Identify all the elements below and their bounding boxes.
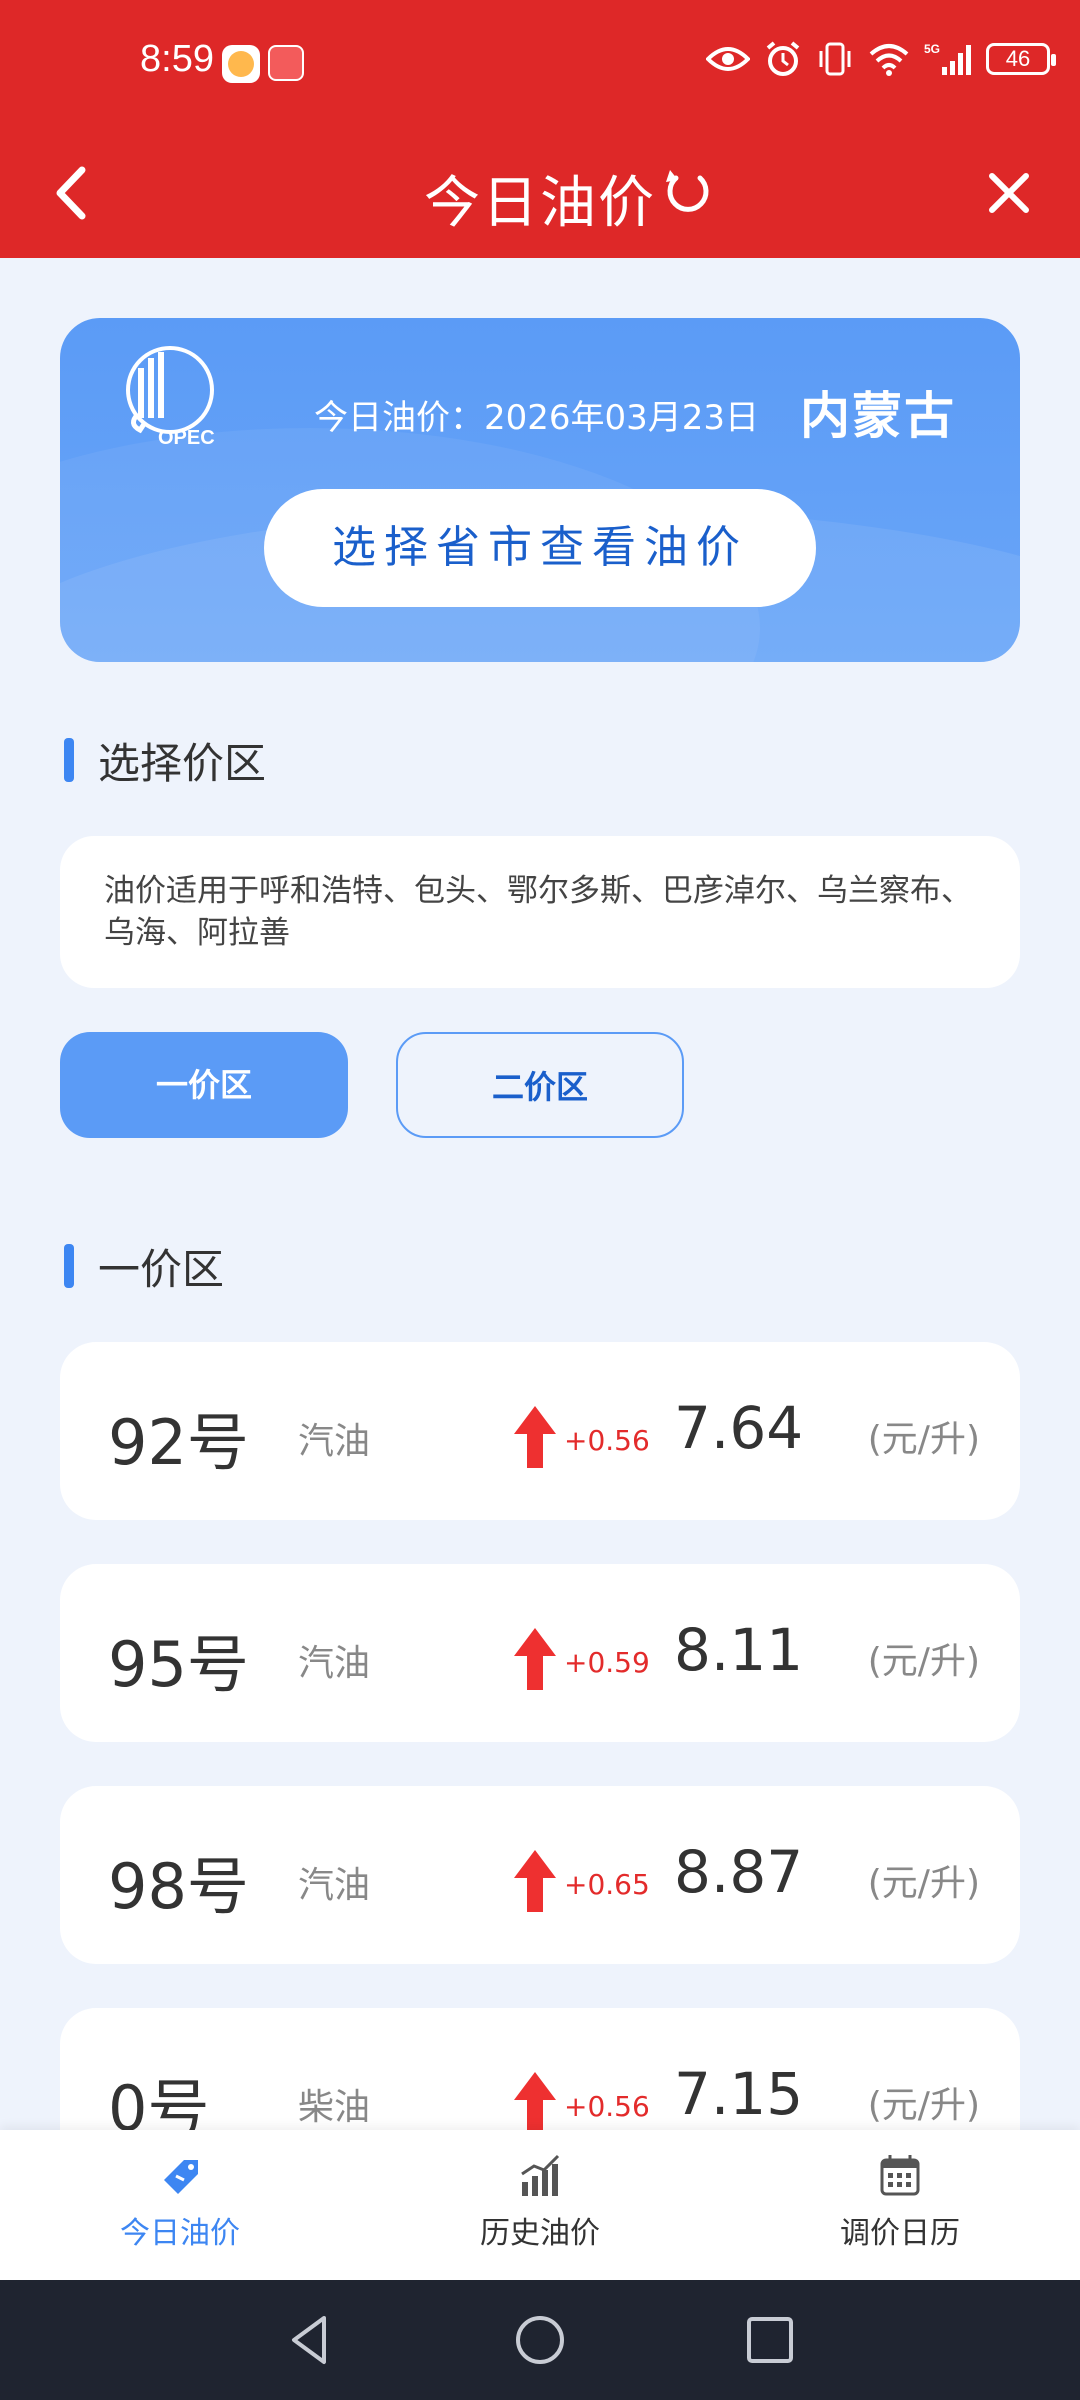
up-arrow-icon bbox=[514, 1406, 556, 1468]
zone-1-button[interactable]: 一价区 bbox=[60, 1032, 348, 1138]
fuel-grade: 98号 bbox=[108, 1850, 249, 1923]
price-value: 8.87 bbox=[674, 1838, 804, 1906]
price-row[interactable]: 92号 汽油 +0.56 7.64 (元/升) bbox=[60, 1342, 1020, 1520]
price-change: +0.56 bbox=[564, 2090, 650, 2123]
nav-today-price[interactable]: 今日油价 bbox=[60, 2150, 300, 2252]
price-change: +0.65 bbox=[564, 1868, 650, 1901]
eye-icon bbox=[706, 47, 750, 71]
nav-history-price[interactable]: 历史油价 bbox=[420, 2150, 660, 2252]
price-date: 今日油价：2026年03月23日 bbox=[314, 398, 760, 438]
vibrate-icon bbox=[819, 42, 851, 76]
price-value: 7.64 bbox=[674, 1394, 804, 1462]
price-unit: (元/升) bbox=[867, 1419, 980, 1460]
fuel-grade: 95号 bbox=[108, 1628, 249, 1701]
price-unit: (元/升) bbox=[867, 2085, 980, 2126]
price-change: +0.56 bbox=[564, 1424, 650, 1457]
svg-text:OPEC: OPEC bbox=[158, 427, 215, 449]
price-tag-icon bbox=[164, 2160, 198, 2194]
fuel-grade: 92号 bbox=[108, 1406, 249, 1479]
price-section-title: 一价区 bbox=[64, 1236, 224, 1297]
fuel-type: 柴油 bbox=[298, 2087, 371, 2128]
price-row[interactable]: 98号 汽油 +0.65 8.87 (元/升) bbox=[60, 1786, 1020, 1964]
system-back-icon[interactable] bbox=[280, 2310, 340, 2370]
chart-icon bbox=[521, 2154, 560, 2196]
today-price-card: OPEC 今日油价：2026年03月23日 内蒙古 选择省市查看油价 bbox=[60, 318, 1020, 662]
system-recents-icon[interactable] bbox=[740, 2310, 800, 2370]
price-change: +0.59 bbox=[564, 1646, 650, 1679]
bottom-nav: 今日油价 历史油价 调价日历 bbox=[0, 2130, 1080, 2280]
fuel-type: 汽油 bbox=[298, 1865, 371, 1906]
nav-label: 调价日历 bbox=[840, 2216, 960, 2251]
sinopec-logo: OPEC bbox=[126, 346, 215, 449]
nav-label: 今日油价 bbox=[120, 2216, 240, 2251]
system-home-icon[interactable] bbox=[510, 2310, 570, 2370]
price-value: 7.15 bbox=[674, 2060, 804, 2128]
price-row[interactable]: 95号 汽油 +0.59 8.11 (元/升) bbox=[60, 1564, 1020, 1742]
price-unit: (元/升) bbox=[867, 1863, 980, 1904]
refresh-icon[interactable] bbox=[660, 160, 716, 224]
fuel-type: 汽油 bbox=[298, 1421, 371, 1462]
nav-price-calendar[interactable]: 调价日历 bbox=[780, 2150, 1020, 2252]
price-unit: (元/升) bbox=[867, 1641, 980, 1682]
battery-icon: 46 bbox=[986, 43, 1056, 75]
up-arrow-icon bbox=[514, 2072, 556, 2134]
system-nav-bar bbox=[0, 2280, 1080, 2400]
zone-section-title: 选择价区 bbox=[64, 730, 266, 791]
zone-2-button[interactable]: 二价区 bbox=[396, 1032, 684, 1138]
page-title: 今日油价 bbox=[424, 171, 656, 236]
status-bar: 8:59 5G 46 bbox=[0, 0, 1080, 130]
up-arrow-icon bbox=[514, 1628, 556, 1690]
app-bar: 今日油价 bbox=[0, 130, 1080, 258]
zone-regions-text: 油价适用于呼和浩特、包头、鄂尔多斯、巴彦淖尔、乌兰察布、乌海、阿拉善 bbox=[60, 836, 1020, 988]
svg-text:5G: 5G bbox=[924, 42, 940, 56]
huawei-store-icon bbox=[268, 45, 304, 81]
close-icon[interactable] bbox=[974, 158, 1044, 228]
price-value: 8.11 bbox=[674, 1616, 804, 1684]
app-notification-icon bbox=[222, 45, 260, 83]
wifi-icon bbox=[869, 44, 909, 76]
alarm-icon bbox=[766, 41, 800, 76]
nav-label: 历史油价 bbox=[480, 2216, 600, 2251]
fuel-type: 汽油 bbox=[298, 1643, 371, 1684]
select-city-button[interactable]: 选择省市查看油价 bbox=[264, 489, 816, 607]
status-time: 8:59 bbox=[140, 38, 214, 80]
region-name: 内蒙古 bbox=[800, 387, 956, 445]
up-arrow-icon bbox=[514, 1850, 556, 1912]
calendar-icon bbox=[880, 2155, 920, 2196]
signal-icon: 5G bbox=[924, 42, 971, 75]
